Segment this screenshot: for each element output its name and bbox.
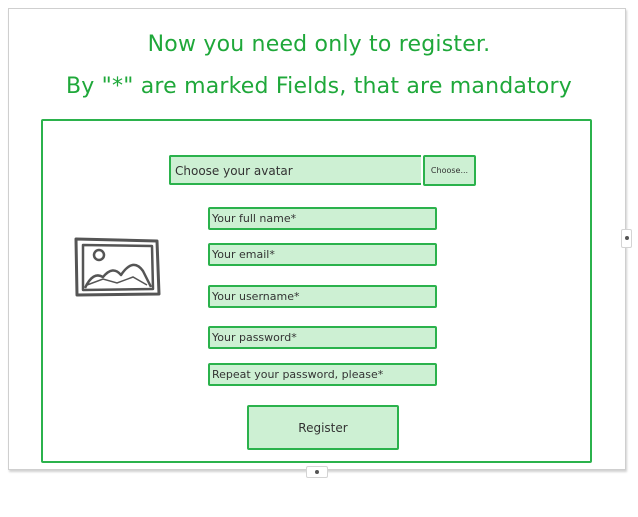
avatar-preview <box>73 235 162 298</box>
username-input[interactable] <box>208 285 437 308</box>
choose-avatar-button[interactable]: Choose... <box>423 155 476 186</box>
resize-handle-right[interactable] <box>621 229 632 248</box>
heading-line-2: By "*" are marked Fields, that are manda… <box>65 74 573 99</box>
heading-line-1: Now you need only to register. <box>147 32 491 57</box>
image-icon <box>74 237 161 297</box>
full-name-input[interactable] <box>208 207 437 230</box>
resize-handle-bottom[interactable] <box>306 466 328 478</box>
password-input[interactable] <box>208 326 437 349</box>
repeat-password-input[interactable] <box>208 363 437 386</box>
email-input[interactable] <box>208 243 437 266</box>
avatar-file-field[interactable]: Choose your avatar <box>169 155 421 185</box>
register-button[interactable]: Register <box>247 405 399 450</box>
